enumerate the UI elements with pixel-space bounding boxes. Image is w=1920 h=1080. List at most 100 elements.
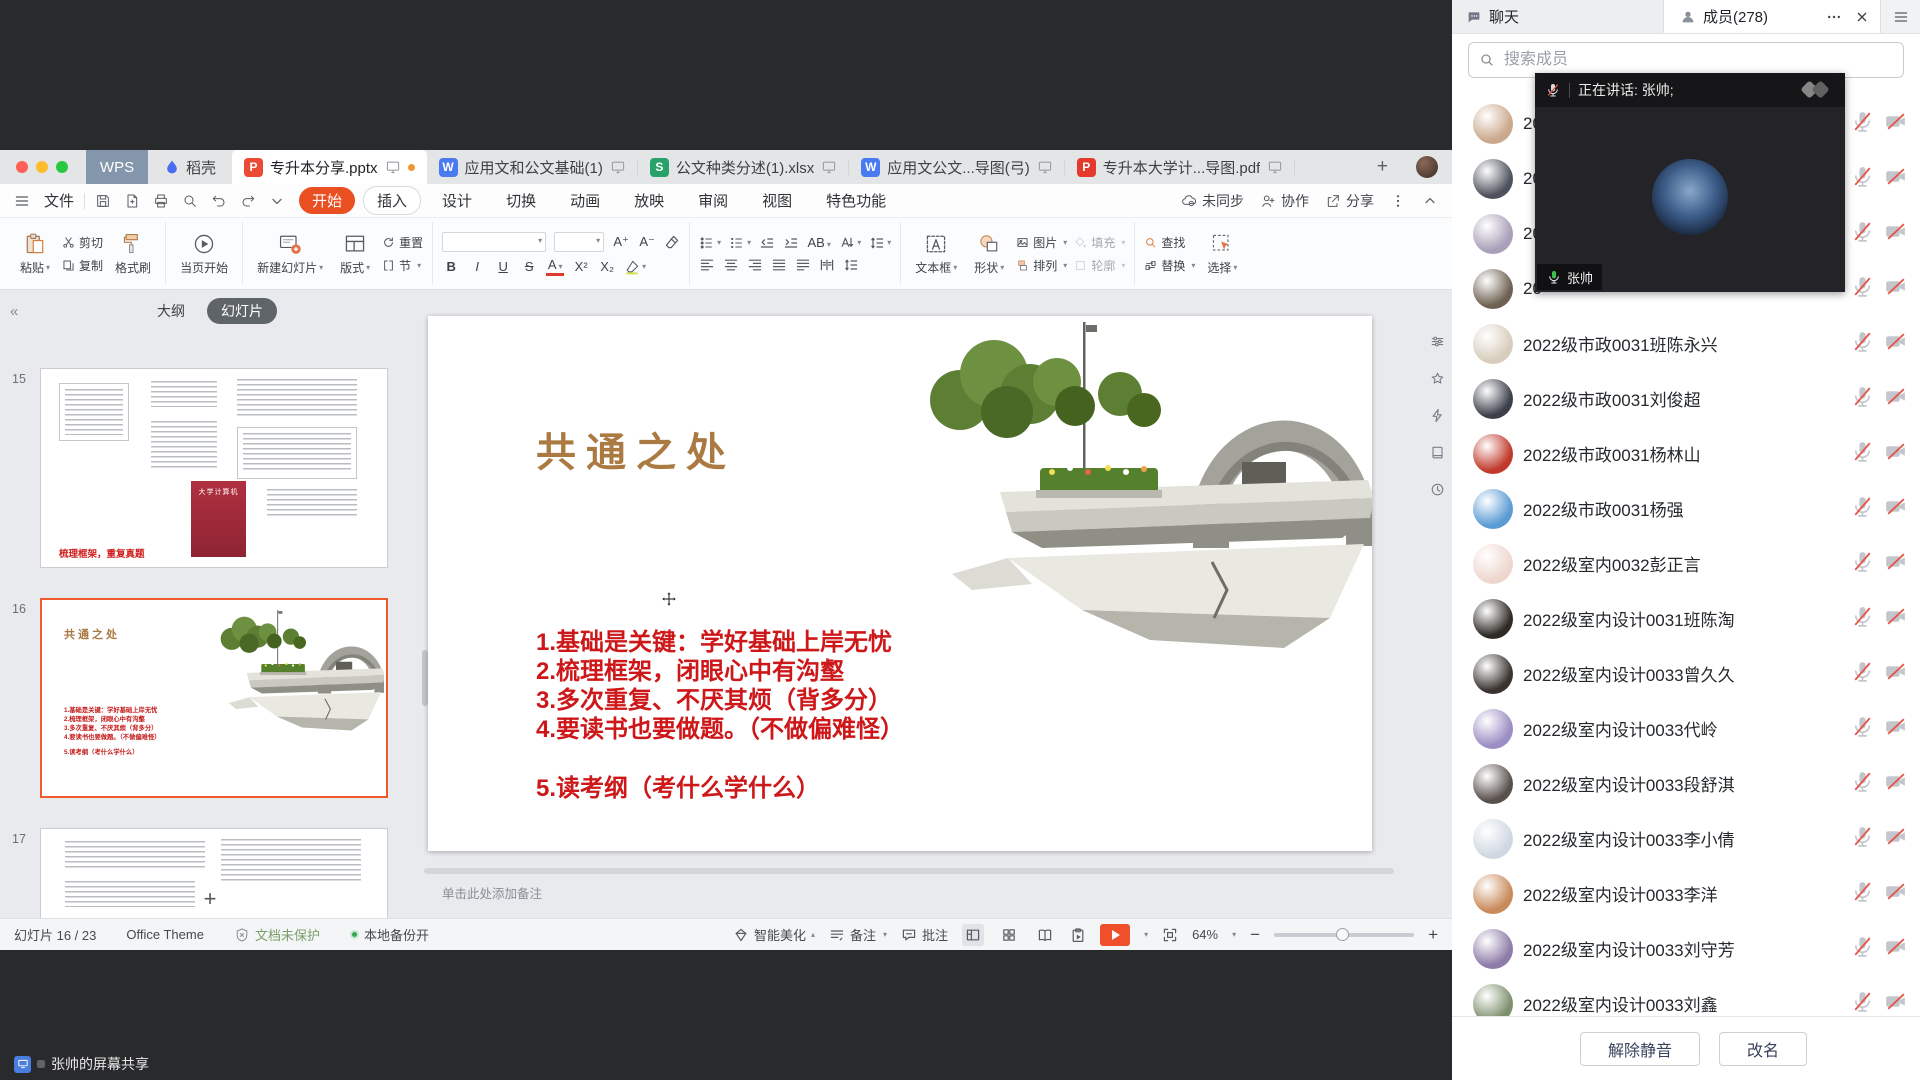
add-slide-button[interactable]: +	[204, 886, 217, 912]
local-backup[interactable]: 本地备份开	[350, 925, 429, 944]
tab-members[interactable]: 成员(278)	[1664, 0, 1880, 33]
shape-fill-button[interactable]: 填充	[1074, 234, 1125, 251]
doc-tab[interactable]: S 公文种类分述(1).xlsx	[638, 150, 849, 184]
slide-thumbnail-16-selected[interactable]: 共通之处 1.基础是关键：学好基础上岸无忧2.梳理框架，闭眼心中有沟壑3.多次重…	[40, 598, 388, 798]
speaker-video-overlay[interactable]: 正在讲话: 张帅; 张帅	[1535, 73, 1845, 292]
ribbon-tab-开始[interactable]: 开始	[299, 187, 355, 214]
member-row[interactable]: 2022级市政0031班陈永兴	[1452, 316, 1920, 371]
mic-muted-icon[interactable]	[1850, 604, 1875, 634]
mic-muted-icon[interactable]	[1850, 164, 1875, 194]
more-options-icon[interactable]	[1390, 193, 1406, 209]
section-button[interactable]: 节	[382, 257, 423, 274]
zoom-slider-knob[interactable]	[1336, 928, 1349, 941]
normal-view-button[interactable]	[962, 924, 984, 946]
rename-button[interactable]: 改名	[1719, 1032, 1807, 1066]
play-from-current-button[interactable]: 当页开始	[175, 230, 233, 278]
paste-button[interactable]: 粘贴	[15, 230, 55, 278]
redo-icon[interactable]	[240, 193, 256, 209]
ribbon-tab-特色功能[interactable]: 特色功能	[813, 187, 899, 214]
object-properties-icon[interactable]	[1430, 334, 1445, 349]
docer-store-tab[interactable]: 稻壳	[148, 150, 232, 184]
quick-tools-icon[interactable]	[1430, 408, 1445, 423]
camera-muted-icon[interactable]	[1883, 494, 1908, 524]
sync-status-button[interactable]: 未同步	[1181, 191, 1244, 211]
camera-muted-icon[interactable]	[1883, 274, 1908, 304]
camera-muted-icon[interactable]	[1883, 164, 1908, 194]
panel-close-icon[interactable]	[1854, 9, 1870, 25]
doc-tab[interactable]: W 应用文公文...导图(弓)	[849, 150, 1065, 184]
print-preview-icon[interactable]	[182, 193, 198, 209]
insert-image-button[interactable]: 图片	[1016, 234, 1067, 251]
mic-muted-icon[interactable]	[1850, 329, 1875, 359]
distribute-icon[interactable]	[795, 257, 811, 273]
play-settings-icon[interactable]	[1070, 927, 1086, 943]
wps-home-button[interactable]: WPS	[86, 150, 148, 184]
smart-beautify-button[interactable]: 智能美化▴	[733, 925, 815, 944]
camera-muted-icon[interactable]	[1883, 659, 1908, 689]
mic-muted-icon[interactable]	[1850, 934, 1875, 964]
camera-muted-icon[interactable]	[1883, 824, 1908, 854]
member-row[interactable]: 2022级市政0031杨林山	[1452, 426, 1920, 481]
decrease-indent-icon[interactable]	[759, 235, 775, 251]
highlight-icon[interactable]	[624, 259, 646, 275]
align-left-icon[interactable]	[699, 257, 715, 273]
camera-muted-icon[interactable]	[1883, 714, 1908, 744]
document-protection[interactable]: 文档未保护	[234, 925, 320, 944]
underline-button[interactable]: U	[494, 259, 512, 274]
columns-icon[interactable]	[819, 257, 835, 273]
panel-more-icon[interactable]	[1826, 9, 1842, 25]
line-spacing-icon[interactable]	[869, 235, 891, 251]
zoom-window-button[interactable]	[56, 161, 68, 173]
notes-button[interactable]: 备注	[829, 925, 887, 944]
zoom-level[interactable]: 64%	[1192, 927, 1218, 942]
mic-muted-icon[interactable]	[1850, 549, 1875, 579]
slideshow-play-button[interactable]	[1100, 924, 1130, 946]
minimize-window-button[interactable]	[36, 161, 48, 173]
numbered-list-icon[interactable]	[729, 235, 751, 251]
file-menu[interactable]: 文件	[44, 190, 74, 211]
slide-title[interactable]: 共通之处	[536, 420, 736, 478]
camera-muted-icon[interactable]	[1883, 769, 1908, 799]
ribbon-tab-审阅[interactable]: 审阅	[685, 187, 741, 214]
speaker-video[interactable]: 张帅	[1535, 107, 1845, 292]
collapse-panel-icon[interactable]: «	[10, 303, 18, 320]
mic-muted-icon[interactable]	[1850, 714, 1875, 744]
mic-muted-icon[interactable]	[1850, 989, 1875, 1017]
find-button[interactable]: 查找	[1144, 234, 1195, 251]
member-row[interactable]: 2022级室内设计0031班陈淘	[1452, 591, 1920, 646]
print-icon[interactable]	[153, 193, 169, 209]
member-row[interactable]: 2022级市政0031杨强	[1452, 481, 1920, 536]
member-row[interactable]: 2022级室内设计0033代岭	[1452, 701, 1920, 756]
camera-muted-icon[interactable]	[1883, 879, 1908, 909]
strikethrough-button[interactable]: S	[520, 259, 538, 274]
text-direction-icon[interactable]	[839, 235, 861, 251]
align-center-icon[interactable]	[723, 257, 739, 273]
mic-muted-icon[interactable]	[1850, 879, 1875, 909]
slide-thumbnail-15[interactable]: 大学计算机 梳理框架，重复真题	[40, 368, 388, 568]
increase-indent-icon[interactable]	[783, 235, 799, 251]
overlay-titlebar[interactable]: 正在讲话: 张帅;	[1535, 73, 1845, 107]
bold-button[interactable]: B	[442, 259, 460, 274]
undo-icon[interactable]	[211, 193, 227, 209]
doc-tab[interactable]: P 专升本分享.pptx	[232, 150, 427, 184]
tab-outline[interactable]: 大纲	[143, 298, 199, 324]
mic-muted-icon[interactable]	[1850, 109, 1875, 139]
tab-slides[interactable]: 幻灯片	[207, 298, 277, 324]
align-right-icon[interactable]	[747, 257, 763, 273]
slide-layout-button[interactable]: 版式	[335, 230, 375, 278]
member-row[interactable]: 2022级室内设计0033李小倩	[1452, 811, 1920, 866]
camera-muted-icon[interactable]	[1883, 219, 1908, 249]
member-row[interactable]: 2022级室内0032彭正言	[1452, 536, 1920, 591]
mic-muted-icon[interactable]	[1850, 769, 1875, 799]
zoom-caret[interactable]: ▾	[1232, 930, 1236, 939]
member-row[interactable]: 2022级市政0031刘俊超	[1452, 371, 1920, 426]
favorites-icon[interactable]	[1430, 371, 1445, 386]
superscript-button[interactable]: X²	[572, 259, 590, 274]
decrease-font-button[interactable]: A⁻	[638, 234, 656, 250]
main-menu-icon[interactable]	[14, 193, 30, 209]
ribbon-tab-动画[interactable]: 动画	[557, 187, 613, 214]
arrange-button[interactable]: 排列	[1016, 257, 1067, 274]
reference-icon[interactable]	[1430, 445, 1445, 460]
slide-editing-area[interactable]: 共通之处 1.基础是关键：学好基础上岸无忧2.梳理框架，闭眼心中有沟壑3.多次重…	[428, 316, 1372, 851]
copy-button[interactable]: 复制	[62, 257, 103, 274]
